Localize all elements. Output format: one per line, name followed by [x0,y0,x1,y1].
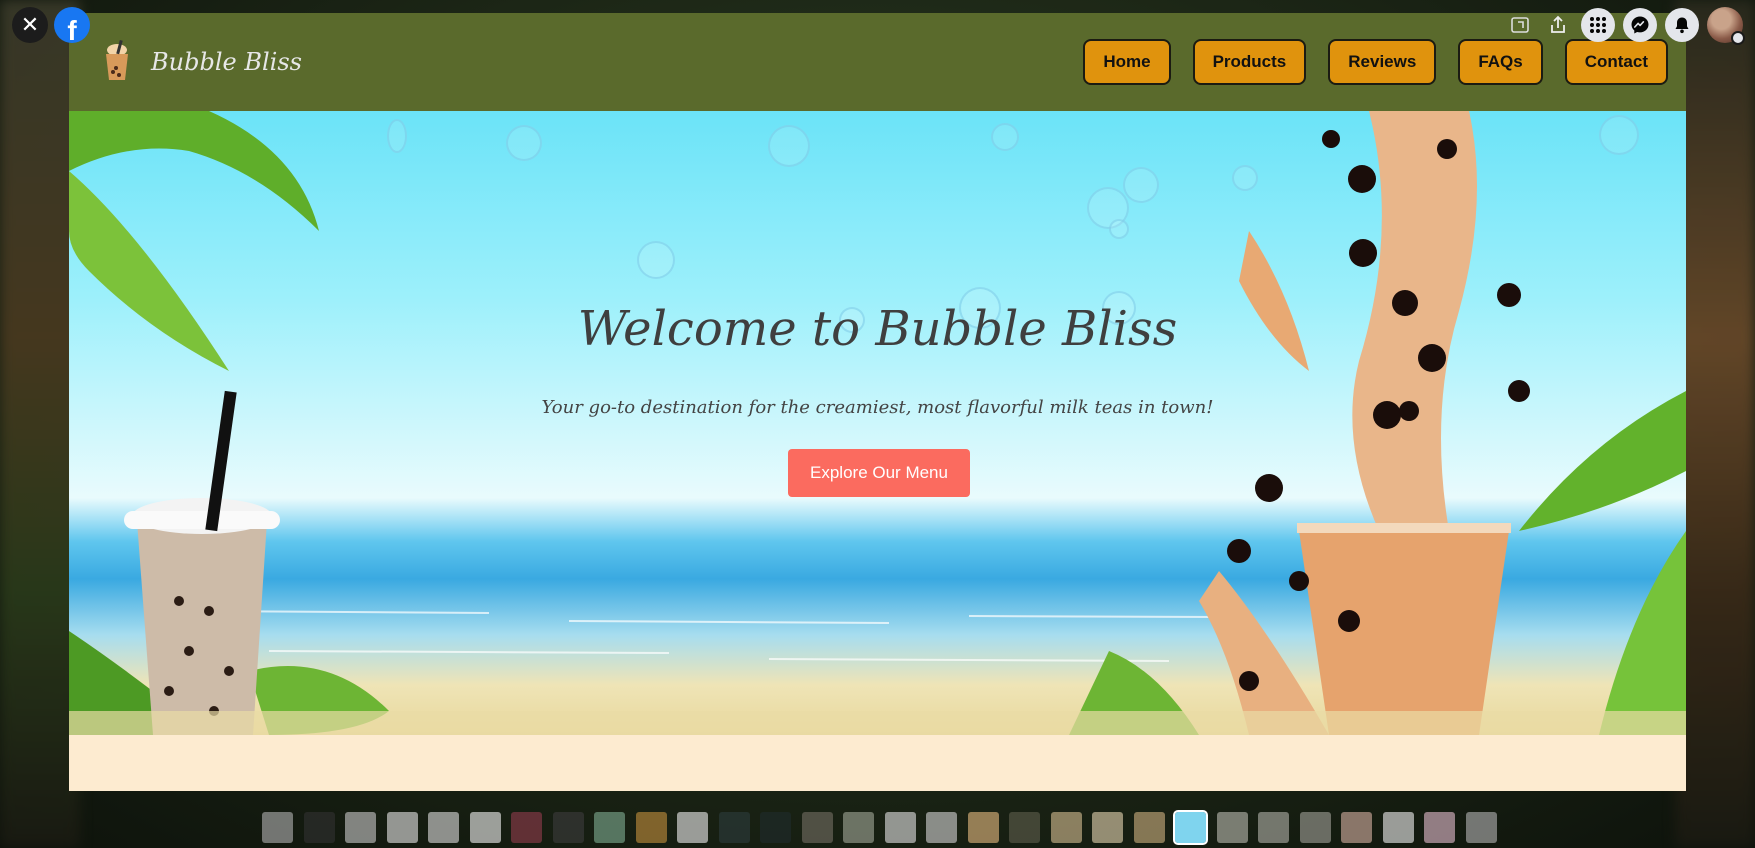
photo-thumbnail[interactable] [635,812,667,843]
photo-thumbnail[interactable] [1299,812,1331,843]
milk-tea-logo-icon [97,39,137,84]
website-screenshot: Bubble Bliss Home Products Reviews FAQs … [69,13,1686,791]
photo-thumbnail[interactable] [386,812,418,843]
brand-name: Bubble Bliss [151,48,302,76]
nav-home-button[interactable]: Home [1083,39,1171,85]
photo-thumbnail[interactable] [1009,812,1040,843]
photo-thumbnail[interactable] [469,812,501,843]
hero-section: Welcome to Bubble Bliss Your go-to desti… [69,111,1686,735]
photo-thumbnail[interactable] [1173,810,1208,845]
photo-thumbnail[interactable] [1382,812,1414,843]
water-bubble [768,125,810,167]
photo-thumbnail[interactable] [967,812,999,843]
photo-thumbnail[interactable] [1092,812,1123,843]
water-bubble [1123,167,1159,203]
water-bubble [387,119,407,153]
photo-thumbnail[interactable] [884,812,916,843]
photo-thumbnail[interactable] [718,812,750,843]
photo-thumbnail[interactable] [303,812,335,843]
photo-thumbnail[interactable] [1133,812,1165,843]
nav-contact-button[interactable]: Contact [1564,39,1668,85]
facebook-logo-icon[interactable]: f [54,7,90,43]
hero-title: Welcome to Bubble Bliss [577,301,1178,357]
explore-menu-button[interactable]: Explore Our Menu [788,449,970,497]
close-icon[interactable]: ✕ [12,7,48,43]
photo-thumbnail[interactable] [511,812,542,843]
viewer-toolbar [1505,7,1745,45]
water-bubble [637,241,675,279]
photo-thumbnail[interactable] [801,812,833,843]
photo-thumbnail[interactable] [1050,812,1082,843]
brand[interactable]: Bubble Bliss [97,39,302,84]
grid-menu-icon[interactable] [1581,8,1615,42]
hero-subtitle: Your go-to destination for the creamiest… [541,397,1214,418]
nav-faqs-button[interactable]: FAQs [1458,39,1543,85]
photo-thumbnail[interactable] [345,812,376,843]
bell-icon[interactable] [1665,8,1699,42]
rotate-icon[interactable] [1505,7,1535,43]
backdrop-left [0,0,80,848]
photo-thumbnail[interactable] [677,812,708,843]
nav-reviews-button[interactable]: Reviews [1328,39,1437,85]
photo-thumbnail[interactable] [262,812,293,843]
messenger-icon[interactable] [1623,8,1657,42]
water-bubble [1232,165,1258,191]
nav-products-button[interactable]: Products [1192,39,1307,85]
photo-thumbnail[interactable] [843,812,874,843]
water-bubble [1599,115,1639,155]
chevron-down-icon[interactable] [1731,31,1745,45]
water-bubble [1109,219,1129,239]
avatar[interactable] [1707,7,1745,45]
site-navbar: Bubble Bliss Home Products Reviews FAQs … [69,13,1686,111]
photo-thumbnail[interactable] [552,812,584,843]
backdrop-right [1675,0,1755,848]
photo-thumbnail[interactable] [1424,812,1455,843]
water-bubble [506,125,542,161]
photo-thumbnail[interactable] [594,812,625,843]
photo-thumbnail[interactable] [1258,812,1289,843]
photo-thumbnail[interactable] [760,812,791,843]
nav-buttons: Home Products Reviews FAQs Contact [1083,39,1668,85]
water-bubble [991,123,1019,151]
photo-thumbnail[interactable] [1216,812,1248,843]
thumbnail-strip [262,810,1497,845]
photo-thumbnail[interactable] [1341,812,1372,843]
photo-thumbnail[interactable] [428,812,459,843]
share-icon[interactable] [1543,7,1573,43]
hero-illustration [69,111,1686,735]
photo-thumbnail[interactable] [1465,812,1497,843]
photo-thumbnail[interactable] [926,812,957,843]
